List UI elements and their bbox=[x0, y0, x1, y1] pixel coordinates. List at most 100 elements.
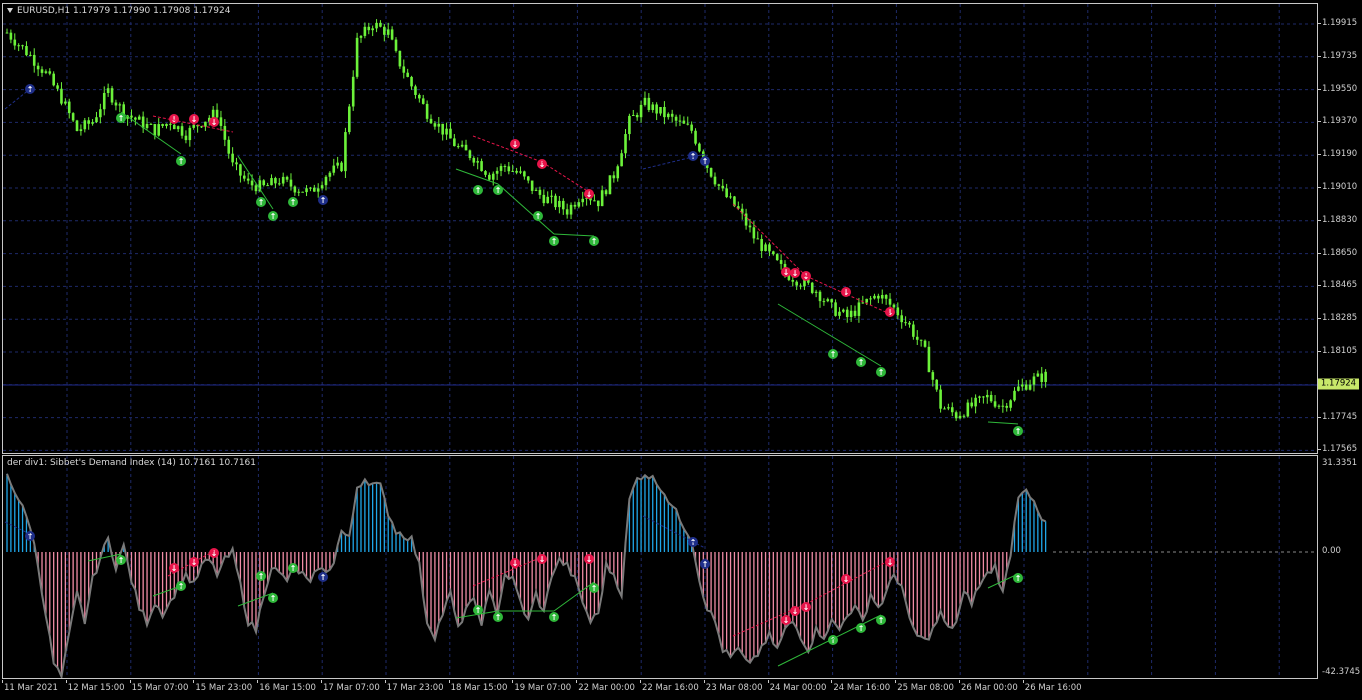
candle bbox=[5, 28, 9, 34]
candle-body bbox=[313, 187, 316, 192]
candle-body bbox=[17, 45, 20, 47]
candle bbox=[110, 85, 114, 106]
sell-arrow-icon-glyph: ↓ bbox=[783, 268, 790, 277]
candle bbox=[472, 156, 476, 167]
candle bbox=[1009, 399, 1012, 412]
candle-body bbox=[577, 202, 581, 207]
sell-arrow-icon: ↓ bbox=[510, 139, 520, 149]
candle bbox=[818, 290, 822, 308]
candle-body bbox=[690, 124, 693, 131]
candle bbox=[25, 41, 28, 57]
neutral-arrow-icon-glyph: ↑ bbox=[320, 196, 327, 205]
indicator-pane[interactable]: ↑ ↑ ↑ ↑ ↑ ↑ ↑ ↑ ↑ ↑ ↑ ↑ ↑ ↓ ↓ ↓ ↓ ↓ ↓ ↓ ↓ ↓ ↓ ↓ ↑ ↑ ↑ ↑ der div1: S… bbox=[2, 455, 1318, 679]
candle bbox=[176, 125, 180, 133]
candle bbox=[460, 140, 464, 148]
candle-body bbox=[75, 120, 79, 132]
candle-body bbox=[534, 189, 538, 191]
price-divergence-markers: ↑↑↑↑↑↑↑↑↑↑↑↑↑↑↓↓↓↓↓↓↓↓↓↓↓↑↑↑↑ bbox=[25, 84, 1023, 436]
candle bbox=[429, 114, 433, 124]
candle bbox=[301, 191, 304, 193]
sell-arrow-icon-glyph: ↓ bbox=[783, 616, 790, 625]
price-chart-pane[interactable]: ↑↑↑↑↑↑↑↑↑↑↑↑↑↑↓↓↓↓↓↓↓↓↓↓↓↑↑↑↑ EURUSD,H1 … bbox=[2, 3, 1318, 454]
candle bbox=[515, 167, 518, 175]
time-axis-tick bbox=[257, 680, 259, 683]
buy-arrow-icon-glyph: ↑ bbox=[290, 564, 297, 573]
candle-body bbox=[130, 115, 133, 118]
time-axis-label: 18 Mar 15:00 bbox=[450, 683, 508, 693]
buy-arrow-icon-glyph: ↑ bbox=[118, 556, 125, 565]
buy-arrow-icon: ↑ bbox=[268, 211, 278, 221]
buy-arrow-icon-glyph: ↑ bbox=[495, 186, 502, 195]
candle-body bbox=[818, 291, 822, 302]
indicator-canvas[interactable]: ↑↑↑↑↑↑↑ ↑↑↑↑↑↑↓↓↓↓ ↓ ↓↓↓ ↓↓↓↑↑↑↑ bbox=[3, 456, 1317, 678]
candle bbox=[523, 170, 526, 180]
candle bbox=[67, 98, 71, 119]
candle bbox=[145, 117, 149, 130]
candle bbox=[775, 253, 779, 261]
candle bbox=[285, 175, 289, 183]
candle bbox=[877, 293, 880, 304]
candle-body bbox=[989, 394, 993, 402]
candle-body bbox=[978, 396, 981, 398]
candle-body bbox=[406, 72, 409, 77]
candle-body bbox=[64, 101, 67, 104]
indicator-axis[interactable]: 31.3351 0.00 -42.3745 bbox=[1318, 455, 1362, 677]
candle bbox=[900, 309, 903, 329]
candle bbox=[659, 106, 662, 116]
buy-arrow-icon: ↑ bbox=[589, 236, 599, 246]
symbol-ohlc-label: EURUSD,H1 1.17979 1.17990 1.17908 1.1792… bbox=[17, 6, 231, 16]
candle bbox=[904, 316, 907, 326]
candle-body bbox=[822, 301, 826, 303]
candle-body bbox=[336, 162, 339, 166]
candle bbox=[1013, 387, 1016, 402]
candle bbox=[908, 320, 911, 328]
candle bbox=[954, 410, 958, 421]
candle-body bbox=[958, 415, 962, 419]
candle bbox=[242, 170, 246, 182]
buy-arrow-icon-glyph: ↑ bbox=[178, 157, 185, 166]
candle-body bbox=[172, 124, 176, 130]
candle bbox=[480, 158, 483, 172]
candle bbox=[367, 22, 371, 35]
candle-body bbox=[460, 144, 464, 147]
candle-body bbox=[274, 178, 277, 184]
buy-arrow-icon-glyph: ↑ bbox=[878, 368, 885, 377]
candle-body bbox=[943, 408, 946, 410]
time-axis[interactable]: 11 Mar 2021 12 Mar 15:00 15 Mar 07:00 15 Ma… bbox=[0, 680, 1320, 700]
candle-body bbox=[628, 115, 631, 135]
buy-arrow-icon: ↑ bbox=[288, 563, 298, 573]
candle-body bbox=[149, 123, 153, 125]
buy-arrow-icon-glyph: ↑ bbox=[551, 237, 558, 246]
candle-body bbox=[305, 188, 308, 193]
candle bbox=[639, 100, 643, 123]
sell-arrow-icon-glyph: ↓ bbox=[539, 555, 546, 564]
candle bbox=[48, 68, 52, 76]
indicator-axis-label: -42.3745 bbox=[1322, 667, 1361, 677]
candle bbox=[421, 94, 425, 105]
price-chart-canvas[interactable]: ↑↑↑↑↑↑↑↑↑↑↑↑↑↑↓↓↓↓↓↓↓↓↓↓↓↑↑↑↑ bbox=[3, 4, 1317, 453]
candle bbox=[441, 123, 444, 141]
candle-body bbox=[433, 123, 437, 127]
collapse-triangle-icon[interactable] bbox=[7, 8, 13, 13]
candle bbox=[538, 186, 542, 199]
candle-body bbox=[184, 135, 188, 141]
time-axis-label: 26 Mar 00:00 bbox=[961, 683, 1018, 693]
candle bbox=[83, 117, 87, 133]
candle-body bbox=[620, 153, 623, 167]
candle-body bbox=[297, 191, 301, 193]
candle bbox=[1028, 379, 1032, 391]
buy-arrow-icon: ↑ bbox=[549, 612, 559, 622]
buy-arrow-icon-glyph: ↑ bbox=[591, 237, 598, 246]
candle bbox=[670, 109, 674, 123]
candle bbox=[1032, 372, 1036, 392]
candle-body bbox=[480, 161, 483, 172]
candle-body bbox=[60, 88, 63, 104]
candle-body bbox=[530, 180, 534, 191]
candle bbox=[674, 114, 678, 127]
bearish-divergence-line bbox=[805, 559, 891, 605]
candle bbox=[943, 406, 946, 410]
candle bbox=[989, 391, 993, 403]
candle bbox=[305, 185, 308, 197]
candle-body bbox=[674, 116, 678, 121]
candle-body bbox=[519, 171, 522, 173]
